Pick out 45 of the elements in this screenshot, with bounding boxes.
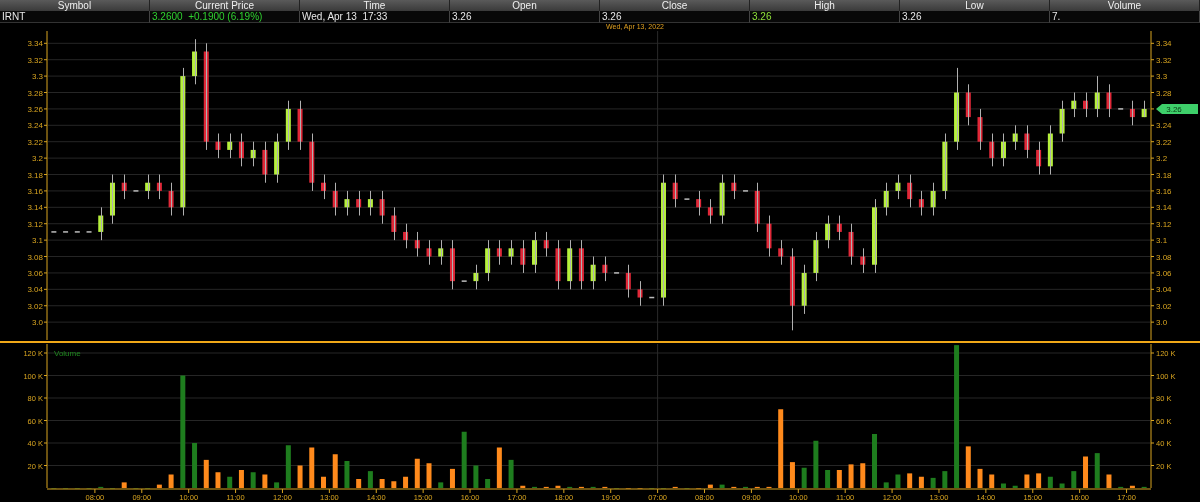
axis-label: 3.18: [27, 170, 43, 180]
axis-label: 3.02: [1156, 301, 1172, 311]
axis-label: 3.1: [31, 236, 43, 246]
axis-label: 3.24: [27, 121, 43, 131]
axis-label: 3.06: [1156, 268, 1172, 278]
axis-label: 3.32: [27, 55, 43, 65]
axis-label: 3.16: [1156, 186, 1172, 196]
axis-label: 3.16: [27, 186, 43, 196]
axis-label: 3.02: [27, 301, 43, 311]
axis-label: 3.12: [27, 219, 43, 229]
axis-label: 3.18: [1156, 170, 1172, 180]
axis-label: 3.04: [27, 285, 43, 295]
axis-label: 3.26: [27, 104, 43, 114]
axis-label: 3.3: [1156, 72, 1168, 82]
axis-label: 3.22: [27, 137, 43, 147]
axis-label: 3.32: [1156, 55, 1172, 65]
axis-label: 3.28: [1156, 88, 1172, 98]
axis-label: 3.0: [1156, 318, 1168, 328]
axis-label: 3.2: [31, 154, 43, 164]
table-cell: 3.2600 +0.1900 (6.19%): [152, 11, 263, 22]
axis-label: 3.34: [27, 39, 43, 49]
axis-label: 3.04: [1156, 285, 1172, 295]
axis-label: 3.14: [27, 203, 43, 213]
axis-label: 3.14: [1156, 203, 1172, 213]
table-cell: 3.26: [752, 11, 772, 22]
table-cell: IRNT: [2, 11, 26, 22]
axis-label: 3.22: [1156, 137, 1172, 147]
axis-label: 3.12: [1156, 219, 1172, 229]
price-tag: 3.26: [1156, 103, 1198, 114]
axis-label: 3.0: [31, 318, 43, 328]
table-cell: Wed, Apr 13 17:33: [302, 11, 388, 22]
table-cell: 3.26: [602, 11, 622, 22]
axis-label: 3.08: [1156, 252, 1172, 262]
axis-label: 3.06: [27, 268, 43, 278]
axis-label: 3.1: [1156, 236, 1168, 246]
axis-label: 3.28: [27, 88, 43, 98]
axis-label: 3.24: [1156, 121, 1172, 131]
axis-label: 3.2: [1156, 154, 1168, 164]
legend-label: Volume: [54, 349, 81, 359]
table-cell: 3.26: [902, 11, 922, 22]
table-cell: 7.: [1052, 11, 1061, 22]
axis-label: 3.08: [27, 252, 43, 262]
table-cell: 3.26: [452, 11, 472, 22]
axis-label: 3.3: [31, 72, 43, 82]
axis-label: 3.34: [1156, 39, 1172, 49]
